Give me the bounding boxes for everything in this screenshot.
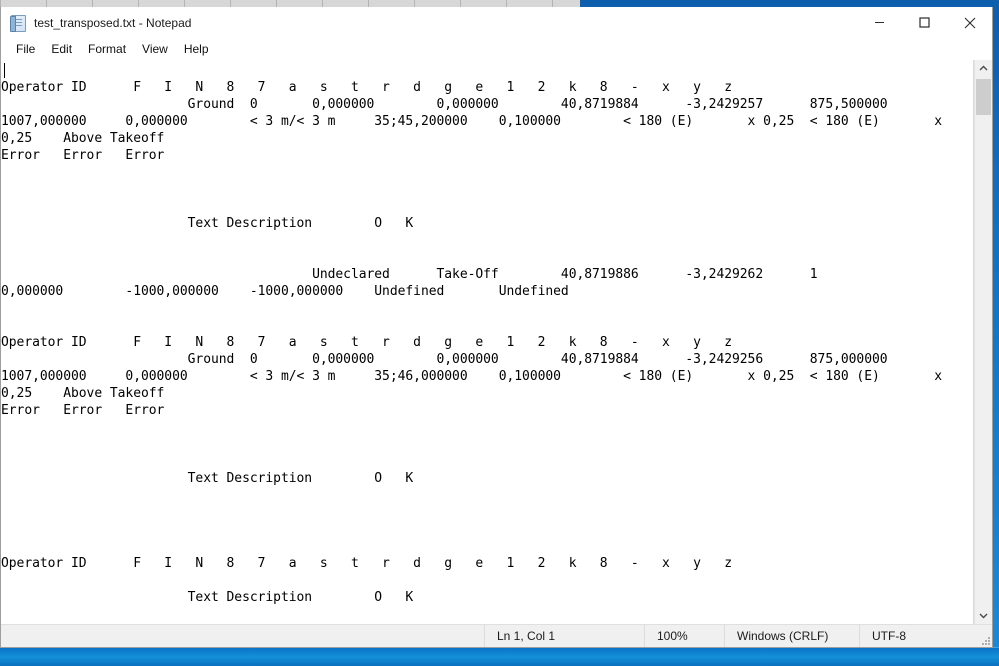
text-line: Error Error Error	[1, 148, 165, 163]
text-line	[1, 453, 942, 470]
text-line	[1, 62, 942, 79]
text-editor[interactable]: Operator ID F I N 8 7 a s t r d g e 1 2 …	[1, 60, 974, 624]
status-cursor-position: Ln 1, Col 1	[484, 625, 644, 647]
menu-item-edit[interactable]: Edit	[43, 40, 80, 58]
text-line: Ground 0 0,000000 0,000000 40,8719884 -3…	[1, 352, 888, 367]
text-line	[1, 181, 942, 198]
menu-item-view[interactable]: View	[134, 40, 176, 58]
menu-bar: File Edit Format View Help	[1, 38, 992, 59]
text-line: 0,25 Above Takeoff	[1, 131, 165, 146]
maximize-button[interactable]	[902, 7, 947, 38]
text-line	[1, 538, 942, 555]
close-button[interactable]	[947, 7, 992, 38]
text-line	[1, 504, 942, 521]
notepad-window: test_transposed.txt - Notepad File Edit …	[0, 7, 993, 648]
minimize-button[interactable]	[857, 7, 902, 38]
menu-item-help[interactable]: Help	[176, 40, 217, 58]
text-line	[1, 198, 942, 215]
menu-item-file[interactable]: File	[8, 40, 43, 58]
taskbar[interactable]	[0, 647, 999, 666]
status-line-endings[interactable]: Windows (CRLF)	[724, 625, 859, 647]
text-line	[1, 232, 942, 249]
text-line	[1, 419, 942, 436]
text-line	[1, 436, 942, 453]
scroll-up-icon[interactable]	[975, 60, 992, 77]
text-line	[1, 521, 942, 538]
text-line: Text Description O K	[1, 216, 414, 231]
text-line: 1007,000000 0,000000 < 3 m/< 3 m 35;45,2…	[1, 114, 942, 129]
text-line: Operator ID F I N 8 7 a s t r d g e 1 2 …	[1, 335, 733, 350]
text-line	[1, 300, 942, 317]
text-line: Ground 0 0,000000 0,000000 40,8719884 -3…	[1, 97, 888, 112]
text-line: Operator ID F I N 8 7 a s t r d g e 1 2 …	[1, 556, 733, 571]
title-bar[interactable]: test_transposed.txt - Notepad	[1, 7, 992, 38]
resize-grip-icon[interactable]	[974, 625, 992, 647]
text-line: Text Description O K	[1, 590, 414, 605]
status-encoding[interactable]: UTF-8	[859, 625, 974, 647]
text-line	[1, 487, 942, 504]
text-line: Undeclared Take-Off 40,8719886 -3,242926…	[1, 267, 818, 282]
text-line: Operator ID F I N 8 7 a s t r d g e 1 2 …	[1, 80, 733, 95]
text-line	[1, 317, 942, 334]
editor-region: Operator ID F I N 8 7 a s t r d g e 1 2 …	[1, 59, 992, 624]
status-bar: Ln 1, Col 1 100% Windows (CRLF) UTF-8	[1, 624, 992, 647]
text-line	[1, 164, 942, 181]
status-zoom-level[interactable]: 100%	[644, 625, 724, 647]
document-text: Operator ID F I N 8 7 a s t r d g e 1 2 …	[1, 62, 942, 606]
window-title: test_transposed.txt - Notepad	[34, 15, 192, 30]
notepad-icon	[10, 14, 26, 32]
scroll-down-icon[interactable]	[975, 607, 992, 624]
text-line	[1, 572, 942, 589]
text-line	[1, 249, 942, 266]
window-controls	[857, 7, 992, 38]
menu-item-format[interactable]: Format	[80, 40, 134, 58]
text-line: 0,25 Above Takeoff	[1, 386, 165, 401]
vertical-scrollbar[interactable]	[974, 60, 992, 624]
text-line: 0,000000 -1000,000000 -1000,000000 Undef…	[1, 284, 569, 299]
text-line: Text Description O K	[1, 471, 414, 486]
text-line: 1007,000000 0,000000 < 3 m/< 3 m 35;46,0…	[1, 369, 942, 384]
text-line: Error Error Error	[1, 403, 165, 418]
scroll-thumb[interactable]	[976, 79, 991, 115]
background-window-grid	[0, 0, 580, 7]
